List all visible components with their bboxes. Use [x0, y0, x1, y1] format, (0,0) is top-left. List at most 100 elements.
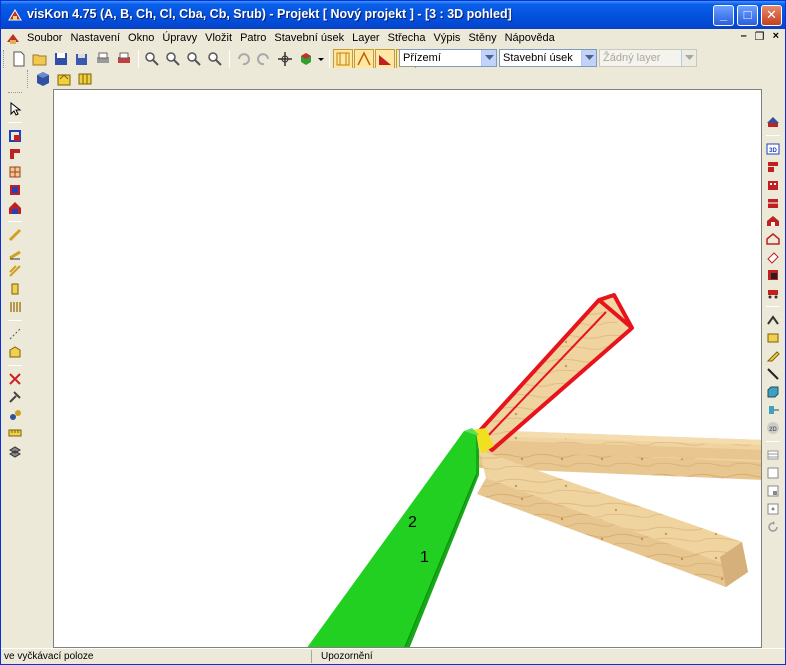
toolbar-grip[interactable]	[8, 92, 22, 95]
diagonal-icon[interactable]	[764, 365, 782, 383]
pencil-icon[interactable]	[764, 347, 782, 365]
green-beam[interactable]	[306, 428, 479, 648]
save-all-icon[interactable]	[72, 49, 92, 69]
floor-select[interactable]: Přízemí	[399, 49, 497, 67]
2d-view-icon[interactable]: 2D	[764, 419, 782, 437]
wall-draw-icon[interactable]	[6, 127, 24, 145]
mdi-minimize-button[interactable]: –	[741, 30, 747, 43]
door-icon[interactable]	[6, 181, 24, 199]
viskon-app-icon	[8, 9, 22, 21]
truss-tool-icon[interactable]	[354, 49, 374, 69]
building-icon[interactable]	[764, 176, 782, 194]
menu-item-1[interactable]: Nastavení	[66, 31, 124, 45]
post-icon[interactable]	[6, 280, 24, 298]
purlin-icon[interactable]	[6, 262, 24, 280]
zoom-all-icon[interactable]	[205, 49, 225, 69]
window-icon[interactable]	[6, 163, 24, 181]
tools-icon[interactable]	[6, 388, 24, 406]
selected-beam-red[interactable]	[474, 293, 634, 452]
floor-select-value: Přízemí	[403, 52, 441, 64]
title-bar[interactable]: visKon 4.75 (A, B, Ch, Cl, Cba, Cb, Srub…	[1, 1, 785, 29]
chevron-down-icon[interactable]	[581, 50, 596, 66]
minimize-button[interactable]: _	[713, 5, 734, 26]
frame-icon[interactable]	[764, 266, 782, 284]
batten-icon[interactable]	[6, 298, 24, 316]
beam-icon[interactable]	[6, 244, 24, 262]
document-icon[interactable]	[5, 30, 21, 46]
house-side-icon[interactable]	[764, 230, 782, 248]
roof-tool-icon[interactable]	[333, 49, 353, 69]
tool-cart-icon[interactable]	[764, 284, 782, 302]
delete-icon[interactable]	[6, 370, 24, 388]
house-front-icon[interactable]	[764, 212, 782, 230]
panel-icon[interactable]	[764, 329, 782, 347]
menu-item-11[interactable]: Nápověda	[501, 31, 559, 45]
menu-item-6[interactable]: Stavební úsek	[270, 31, 348, 45]
ridge-icon[interactable]	[764, 311, 782, 329]
render-view-icon[interactable]	[54, 69, 74, 89]
truss-icon[interactable]	[6, 343, 24, 361]
table-icon[interactable]	[764, 446, 782, 464]
chevron-down-icon	[681, 50, 696, 66]
open-folder-icon[interactable]	[30, 49, 50, 69]
point-icon[interactable]	[764, 500, 782, 518]
menu-bar: Soubor Nastavení Okno Úpravy Vložit Patro Stav…	[1, 29, 785, 47]
menu-item-3[interactable]: Úpravy	[158, 31, 201, 45]
eraser-icon[interactable]	[764, 248, 782, 266]
print-icon[interactable]	[93, 49, 113, 69]
refresh-icon[interactable]	[764, 518, 782, 536]
menu-item-9[interactable]: Výpis	[430, 31, 465, 45]
rafter-icon[interactable]	[6, 226, 24, 244]
dropdown-arrow-icon[interactable]	[317, 49, 325, 69]
zoom-in-icon[interactable]	[142, 49, 162, 69]
menu-item-10[interactable]: Stěny	[464, 31, 500, 45]
menu-item-2[interactable]: Okno	[124, 31, 158, 45]
menu-item-8[interactable]: Střecha	[384, 31, 430, 45]
redo-icon[interactable]	[254, 49, 274, 69]
move-icon[interactable]	[275, 49, 295, 69]
house-icon[interactable]	[6, 199, 24, 217]
stack-icon[interactable]	[6, 442, 24, 460]
menu-item-7[interactable]: Layer	[348, 31, 384, 45]
menu-item-0[interactable]: Soubor	[23, 31, 66, 45]
3d-toggle-icon[interactable]: 3D	[764, 140, 782, 158]
wall-tool-icon[interactable]	[375, 49, 395, 69]
print-preview-icon[interactable]	[114, 49, 134, 69]
toolbar-grip[interactable]	[27, 70, 30, 88]
floor-plan-icon[interactable]	[764, 158, 782, 176]
roof-plan-icon[interactable]	[764, 113, 782, 131]
zoom-out-icon[interactable]	[163, 49, 183, 69]
mdi-close-button[interactable]: ×	[773, 30, 779, 43]
undo-icon[interactable]	[233, 49, 253, 69]
3d-viewport[interactable]: 2 1	[53, 89, 762, 648]
svg-text:3D: 3D	[769, 148, 777, 154]
3d-cube-icon[interactable]	[296, 49, 316, 69]
corner-box-icon[interactable]	[764, 482, 782, 500]
zoom-window-icon[interactable]	[184, 49, 204, 69]
select-arrow-icon[interactable]	[6, 100, 24, 118]
export-icon[interactable]	[764, 401, 782, 419]
measure-icon[interactable]	[6, 424, 24, 442]
toolbar-separator	[229, 50, 230, 68]
svg-text:2D: 2D	[769, 427, 777, 433]
app-window: visKon 4.75 (A, B, Ch, Cl, Cba, Cb, Srub…	[0, 0, 786, 665]
close-button[interactable]: ✕	[761, 5, 782, 26]
mdi-restore-button[interactable]: ❐	[755, 30, 765, 43]
walls-view-icon[interactable]	[75, 69, 95, 89]
section-view-icon[interactable]	[764, 194, 782, 212]
toolbar-grip[interactable]	[3, 50, 6, 68]
3d-view-icon[interactable]	[33, 69, 53, 89]
view-toolbar-group	[25, 68, 96, 90]
chevron-down-icon[interactable]	[481, 50, 496, 66]
maximize-button[interactable]: □	[737, 5, 758, 26]
box-icon[interactable]	[764, 383, 782, 401]
joint-icon[interactable]	[6, 406, 24, 424]
save-icon[interactable]	[51, 49, 71, 69]
corner-wall-icon[interactable]	[6, 145, 24, 163]
line-icon[interactable]	[6, 325, 24, 343]
section-select[interactable]: Stavební úsek	[499, 49, 597, 67]
menu-item-5[interactable]: Patro	[236, 31, 270, 45]
menu-item-4[interactable]: Vložit	[201, 31, 236, 45]
rectangle-icon[interactable]	[764, 464, 782, 482]
new-file-icon[interactable]	[9, 49, 29, 69]
